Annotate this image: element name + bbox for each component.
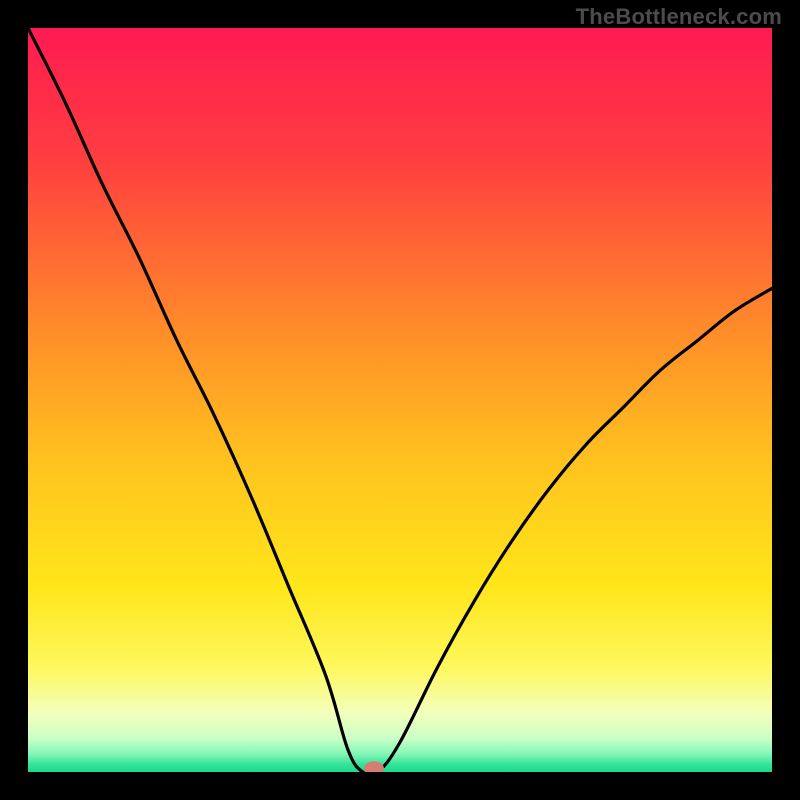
chart-frame: TheBottleneck.com <box>0 0 800 800</box>
plot-area <box>28 28 772 772</box>
chart-svg <box>28 28 772 772</box>
gradient-background <box>28 28 772 772</box>
watermark-text: TheBottleneck.com <box>576 4 782 30</box>
